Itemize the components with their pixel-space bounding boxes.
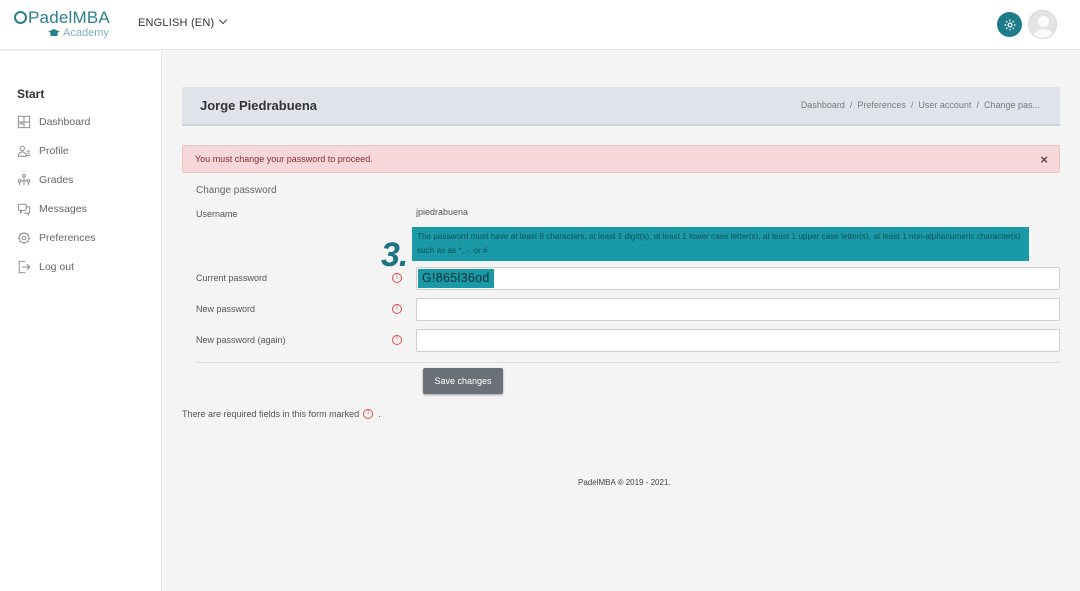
current-password-field[interactable]: G!865l36od [416, 267, 1060, 290]
gear-icon [1003, 18, 1016, 31]
sidebar-item-label: Preferences [39, 232, 96, 244]
new-password-label: New password [196, 304, 256, 314]
logo-subtitle: Academy [48, 27, 109, 39]
new-password-field[interactable] [416, 298, 1060, 321]
breadcrumb-dashboard[interactable]: Dashboard [801, 100, 845, 110]
required-icon: ! [392, 273, 402, 283]
step-marker: 3. [381, 236, 408, 274]
sidebar-item-label: Log out [39, 261, 75, 273]
required-icon: ! [392, 304, 402, 314]
page-header: Jorge Piedrabuena Dashboard / Preferences… [182, 87, 1060, 126]
save-changes-button[interactable]: Save changes [423, 368, 503, 394]
username-value: jpiedrabuena [416, 207, 469, 217]
required-icon: ! [392, 335, 402, 345]
required-fields-note: There are required fields in this form m… [182, 409, 381, 419]
breadcrumb: Dashboard / Preferences / User account / Ch… [800, 100, 1040, 110]
sidebar-item-preferences[interactable]: Preferences [17, 230, 96, 246]
current-password-value: G!865l36od [418, 269, 494, 288]
user-avatar[interactable] [1028, 10, 1057, 39]
sidebar-item-messages[interactable]: Messages [17, 201, 87, 217]
username-label: Username [196, 209, 238, 219]
logout-icon [18, 260, 31, 274]
page-title: Jorge Piedrabuena [200, 98, 318, 113]
sidebar-item-grades[interactable]: Grades [17, 172, 73, 188]
breadcrumb-user-account[interactable]: User account [918, 100, 971, 110]
sidebar-item-label: Messages [39, 203, 87, 215]
form-divider [196, 362, 1060, 363]
footer-copyright: PadelMBA ® 2019 - 2021. [578, 478, 671, 487]
current-password-label: Current password [196, 273, 268, 283]
messages-icon [17, 203, 31, 216]
grades-icon [17, 173, 31, 186]
sidebar-item-label: Grades [39, 174, 74, 186]
settings-button[interactable] [997, 12, 1022, 37]
profile-icon [17, 145, 31, 157]
sidebar-item-dashboard[interactable]: Dashboard [17, 114, 90, 130]
form-section-title: Change password [196, 185, 277, 196]
sidebar: Start Dashboard Profile Grades Messages … [0, 51, 162, 591]
graduation-cap-icon [48, 29, 60, 36]
required-icon: ! [363, 409, 374, 419]
top-navbar: PadelMBA Academy ENGLISH (EN) [0, 0, 1080, 50]
padelmba-logo[interactable]: PadelMBA Academy [14, 8, 114, 42]
sidebar-item-label: Profile [39, 145, 69, 157]
new-password-again-field[interactable] [416, 329, 1060, 352]
language-selector[interactable]: ENGLISH (EN) [138, 15, 228, 29]
sidebar-item-profile[interactable]: Profile [17, 143, 69, 159]
alert-message: You must change your password to proceed… [195, 154, 373, 164]
breadcrumb-change-password: Change pas... [983, 100, 1040, 110]
close-icon[interactable]: × [1040, 152, 1048, 167]
chevron-down-icon [219, 15, 228, 25]
password-change-alert: You must change your password to proceed… [182, 145, 1060, 173]
sidebar-item-label: Dashboard [39, 116, 91, 128]
gear-icon [17, 231, 31, 245]
logo-wordmark: PadelMBA [14, 8, 110, 28]
new-password-again-label: New password (again) [196, 335, 286, 345]
sidebar-title: Start [17, 87, 45, 101]
password-policy-hint: The password must have at least 8 charac… [412, 227, 1029, 261]
breadcrumb-preferences[interactable]: Preferences [857, 100, 906, 110]
dashboard-icon [17, 115, 31, 129]
sidebar-item-logout[interactable]: Log out [17, 259, 74, 275]
